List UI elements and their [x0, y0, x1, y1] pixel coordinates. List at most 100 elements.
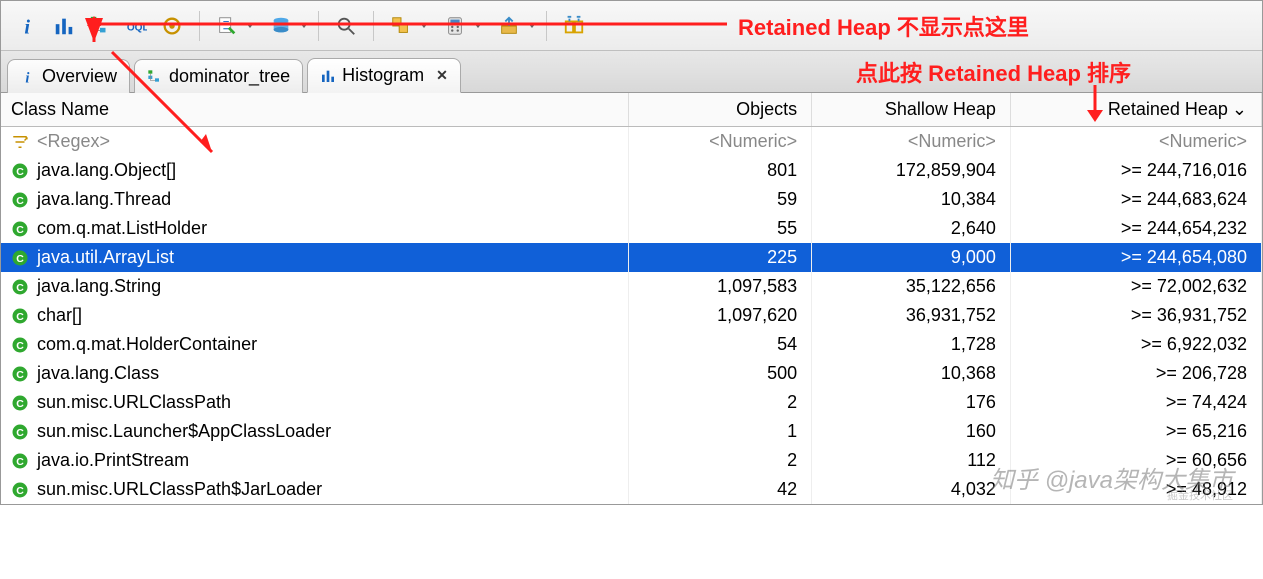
- class-icon: C: [11, 452, 29, 470]
- close-icon[interactable]: ✕: [436, 67, 448, 84]
- table-row[interactable]: Cjava.lang.Thread5910,384>= 244,683,624: [1, 185, 1262, 214]
- cell-objects: 59: [629, 185, 812, 214]
- histogram-table: Class Name Objects Shallow Heap Retained…: [1, 93, 1262, 504]
- dropdown-caret-icon[interactable]: [474, 23, 482, 28]
- svg-text:C: C: [16, 397, 24, 409]
- dropdown-caret-icon[interactable]: [528, 23, 536, 28]
- cell-objects: 225: [629, 243, 812, 272]
- export-button[interactable]: [492, 9, 526, 43]
- cell-retained: >= 244,654,232: [1010, 214, 1261, 243]
- tab-dominator-tree[interactable]: dominator_tree: [134, 59, 303, 93]
- cell-retained: >= 244,716,016: [1010, 156, 1261, 185]
- class-icon: C: [11, 394, 29, 412]
- column-header-class-name[interactable]: Class Name: [1, 93, 629, 127]
- svg-text:i: i: [25, 70, 29, 85]
- cell-shallow: 2,640: [812, 214, 1011, 243]
- table-row[interactable]: Ccom.q.mat.ListHolder552,640>= 244,654,2…: [1, 214, 1262, 243]
- svg-text:C: C: [16, 484, 24, 496]
- svg-text:C: C: [16, 281, 24, 293]
- class-icon: C: [11, 162, 29, 180]
- dropdown-caret-icon[interactable]: [300, 23, 308, 28]
- table-row[interactable]: Cjava.lang.Class50010,368>= 206,728: [1, 359, 1262, 388]
- class-icon: C: [11, 481, 29, 499]
- class-icon: C: [11, 336, 29, 354]
- svg-text:C: C: [16, 165, 24, 177]
- tab-histogram[interactable]: Histogram ✕: [307, 58, 461, 93]
- histogram-button[interactable]: [47, 9, 81, 43]
- cell-shallow: 35,122,656: [812, 272, 1011, 301]
- toolbar: i OQL: [1, 1, 1262, 51]
- cell-retained: >= 48,912: [1010, 475, 1261, 504]
- dominator-tree-button[interactable]: [83, 9, 117, 43]
- svg-text:C: C: [16, 223, 24, 235]
- table-row[interactable]: Csun.misc.URLClassPath$JarLoader424,032>…: [1, 475, 1262, 504]
- calculator-button[interactable]: [438, 9, 472, 43]
- class-icon: C: [11, 191, 29, 209]
- cell-retained: >= 65,216: [1010, 417, 1261, 446]
- query-browser-button[interactable]: [264, 9, 298, 43]
- dropdown-caret-icon[interactable]: [420, 23, 428, 28]
- column-header-retained-heap[interactable]: Retained Heap⌄: [1010, 93, 1261, 127]
- tab-label: dominator_tree: [169, 66, 290, 87]
- toolbar-separator: [318, 11, 319, 41]
- toolbar-separator: [546, 11, 547, 41]
- filter-retained: <Numeric>: [1010, 127, 1261, 157]
- svg-text:C: C: [16, 310, 24, 322]
- tab-label: Overview: [42, 66, 117, 87]
- class-icon: C: [11, 307, 29, 325]
- cell-shallow: 1,728: [812, 330, 1011, 359]
- run-report-button[interactable]: [210, 9, 244, 43]
- toolbar-separator: [373, 11, 374, 41]
- compare-button[interactable]: [557, 9, 591, 43]
- cell-shallow: 9,000: [812, 243, 1011, 272]
- svg-text:C: C: [16, 252, 24, 264]
- cell-objects: 500: [629, 359, 812, 388]
- cell-objects: 1,097,583: [629, 272, 812, 301]
- class-name-cell: com.q.mat.HolderContainer: [37, 334, 257, 355]
- class-name-cell: java.lang.Object[]: [37, 160, 176, 181]
- class-icon: C: [11, 423, 29, 441]
- column-header-objects[interactable]: Objects: [629, 93, 812, 127]
- cell-retained: >= 244,654,080: [1010, 243, 1261, 272]
- table-row[interactable]: Cjava.lang.Object[]801172,859,904>= 244,…: [1, 156, 1262, 185]
- cell-objects: 2: [629, 446, 812, 475]
- tab-overview[interactable]: i Overview: [7, 59, 130, 93]
- cell-shallow: 10,384: [812, 185, 1011, 214]
- column-header-shallow-heap[interactable]: Shallow Heap: [812, 93, 1011, 127]
- filter-row[interactable]: <Regex> <Numeric> <Numeric> <Numeric>: [1, 127, 1262, 157]
- class-icon: C: [11, 220, 29, 238]
- table-row[interactable]: Cchar[]1,097,62036,931,752>= 36,931,752: [1, 301, 1262, 330]
- oql-button[interactable]: OQL: [119, 9, 153, 43]
- tab-bar: i Overview dominator_tree Histogram ✕: [1, 51, 1262, 93]
- cell-shallow: 36,931,752: [812, 301, 1011, 330]
- cell-retained: >= 72,002,632: [1010, 272, 1261, 301]
- class-name-cell: java.lang.Class: [37, 363, 159, 384]
- filter-objects: <Numeric>: [629, 127, 812, 157]
- thread-overview-button[interactable]: [155, 9, 189, 43]
- class-icon: C: [11, 278, 29, 296]
- toolbar-separator: [199, 11, 200, 41]
- group-button[interactable]: [384, 9, 418, 43]
- cell-shallow: 4,032: [812, 475, 1011, 504]
- cell-objects: 42: [629, 475, 812, 504]
- class-icon: C: [11, 249, 29, 267]
- search-button[interactable]: [329, 9, 363, 43]
- table-row[interactable]: Cjava.io.PrintStream2112>= 60,656: [1, 446, 1262, 475]
- tree-icon: [147, 69, 163, 85]
- class-name-cell: com.q.mat.ListHolder: [37, 218, 207, 239]
- table-row[interactable]: Cjava.util.ArrayList2259,000>= 244,654,0…: [1, 243, 1262, 272]
- table-row[interactable]: Csun.misc.URLClassPath2176>= 74,424: [1, 388, 1262, 417]
- info-icon: i: [20, 69, 36, 85]
- class-name-cell: java.lang.String: [37, 276, 161, 297]
- cell-shallow: 160: [812, 417, 1011, 446]
- table-row[interactable]: Cjava.lang.String 1,097,58335,122,656>= 7…: [1, 272, 1262, 301]
- table-row[interactable]: Csun.misc.Launcher$AppClassLoader1160>= …: [1, 417, 1262, 446]
- class-name-cell: char[]: [37, 305, 82, 326]
- tab-label: Histogram: [342, 65, 424, 86]
- dropdown-caret-icon[interactable]: [246, 23, 254, 28]
- table-row[interactable]: Ccom.q.mat.HolderContainer541,728>= 6,92…: [1, 330, 1262, 359]
- cell-objects: 1,097,620: [629, 301, 812, 330]
- sort-descending-icon: ⌄: [1232, 99, 1247, 120]
- cell-shallow: 172,859,904: [812, 156, 1011, 185]
- info-button[interactable]: i: [11, 9, 45, 43]
